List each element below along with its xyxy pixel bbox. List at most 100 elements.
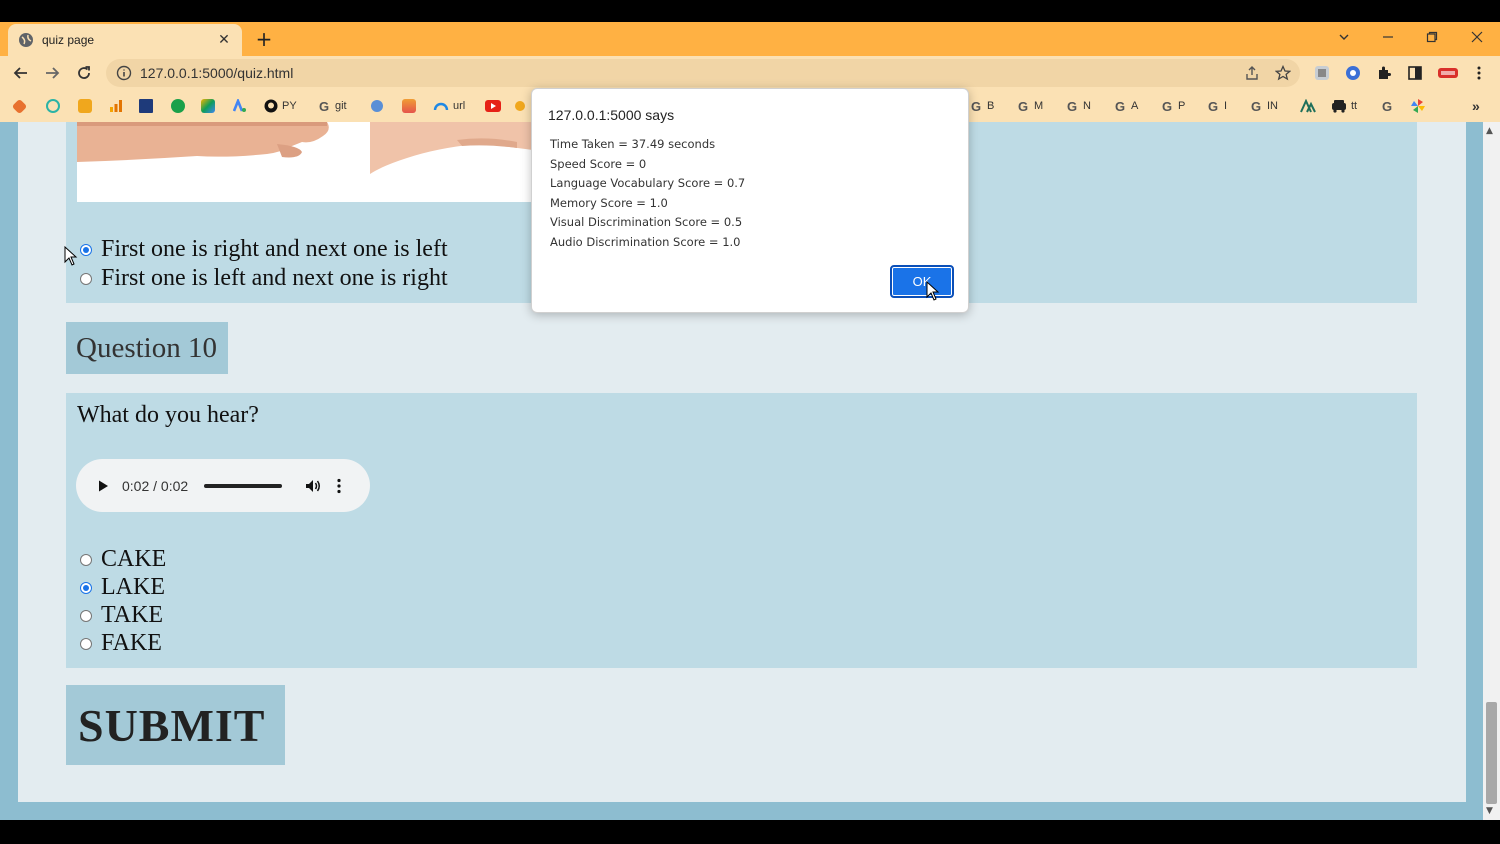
play-icon[interactable] — [96, 479, 110, 493]
car-icon — [1332, 100, 1346, 113]
url-text: 127.0.0.1:5000/quiz.html — [140, 65, 294, 81]
bookmark-google-b[interactable]: G B — [969, 97, 994, 115]
google-icon: G — [1161, 98, 1173, 114]
bookmarks-overflow-button[interactable]: » — [1472, 97, 1480, 115]
back-arrow-icon[interactable] — [9, 61, 33, 85]
globe-icon — [19, 33, 33, 47]
bookmark-google-i[interactable]: G I — [1206, 97, 1227, 115]
forward-arrow-icon[interactable] — [40, 61, 64, 85]
bookmark-label: PY — [282, 100, 297, 112]
submit-button[interactable]: SUBMIT — [66, 685, 285, 765]
bookmark-github-py[interactable]: PY — [264, 97, 297, 115]
audio-player[interactable]: 0:02 / 0:02 — [76, 459, 370, 512]
google-icon: G — [318, 98, 330, 114]
dialog-line: Memory Score = 1.0 — [550, 195, 668, 210]
dialog-line: Speed Score = 0 — [550, 156, 647, 171]
bookmark-star-icon[interactable] — [1271, 61, 1295, 85]
tab-quiz-page[interactable]: quiz page ✕ — [8, 24, 242, 56]
github-icon — [264, 99, 278, 113]
bookmark-pinwheel-icon[interactable] — [1411, 97, 1425, 115]
scroll-down-arrow-icon[interactable]: ▼ — [1486, 806, 1493, 816]
option-label: FAKE — [101, 630, 162, 656]
tab-strip: quiz page ✕ + — [0, 22, 1500, 56]
address-bar[interactable]: 127.0.0.1:5000/quiz.html — [106, 59, 1300, 87]
option-label: First one is left and next one is right — [101, 265, 448, 291]
bookmark-ieee-icon[interactable] — [139, 97, 157, 115]
cloud-icon — [433, 102, 449, 111]
minimize-icon[interactable] — [1366, 22, 1410, 52]
volume-icon[interactable] — [304, 477, 322, 495]
recording-extension-icon[interactable] — [1436, 61, 1460, 85]
google-icon: G — [1207, 98, 1219, 114]
bookmark-google-git[interactable]: G git — [317, 97, 347, 115]
share-icon[interactable] — [1240, 61, 1264, 85]
ok-button[interactable]: OK — [890, 265, 954, 298]
alert-dialog: 127.0.0.1:5000 says Time Taken = 37.49 s… — [531, 88, 969, 313]
reload-icon[interactable] — [72, 61, 96, 85]
bookmark-app-icon[interactable] — [11, 97, 29, 115]
scrollbar-thumb[interactable] — [1486, 702, 1497, 804]
dialog-line: Language Vocabulary Score = 0.7 — [550, 176, 746, 191]
q10-option-cake[interactable]: CAKE — [80, 546, 166, 573]
puzzle-icon[interactable] — [1372, 61, 1396, 85]
tab-title: quiz page — [42, 33, 95, 47]
radio-button[interactable] — [80, 637, 92, 650]
tab-search-icon[interactable] — [1322, 22, 1366, 52]
audio-progress-bar[interactable] — [204, 483, 283, 488]
bookmark-car-tt[interactable]: tt — [1331, 97, 1357, 115]
info-icon[interactable] — [116, 65, 132, 81]
mouse-cursor-icon — [926, 281, 940, 301]
bookmark-triangle-icon[interactable] — [1300, 97, 1320, 115]
bookmark-google-a[interactable]: G A — [1113, 97, 1138, 115]
bookmark-partial-icon[interactable] — [515, 97, 529, 115]
google-icon: G — [1066, 98, 1078, 114]
q9-option-2[interactable]: First one is left and next one is right — [80, 265, 448, 292]
q10-option-lake[interactable]: LAKE — [80, 574, 165, 601]
q9-option-1[interactable]: First one is right and next one is left — [80, 236, 448, 263]
bookmark-youtube-icon[interactable] — [485, 97, 505, 115]
profile-extension-icon[interactable] — [1341, 61, 1365, 85]
bookmark-label: P — [1178, 100, 1186, 112]
bookmark-cloud-url[interactable]: url — [433, 97, 465, 115]
bookmark-google-p[interactable]: G P — [1160, 97, 1185, 115]
close-window-icon[interactable] — [1455, 22, 1499, 52]
bookmark-analytics-icon[interactable] — [109, 97, 127, 115]
new-tab-button[interactable]: + — [254, 28, 274, 50]
radio-button[interactable] — [80, 581, 92, 594]
bookmark-one-icon[interactable] — [171, 97, 189, 115]
menu-kebab-icon[interactable] — [1467, 61, 1491, 85]
dialog-line: Audio Discrimination Score = 1.0 — [550, 234, 741, 249]
bookmark-label: A — [1131, 100, 1139, 112]
scroll-up-arrow-icon[interactable]: ▲ — [1486, 126, 1493, 136]
radio-button[interactable] — [80, 553, 92, 566]
tab-close-icon[interactable]: ✕ — [216, 32, 232, 48]
restore-icon[interactable] — [1410, 22, 1454, 52]
q10-option-fake[interactable]: FAKE — [80, 630, 162, 657]
radio-button[interactable] — [80, 243, 92, 256]
bookmark-chart-icon[interactable] — [402, 97, 420, 115]
audio-time: 0:02 / 0:02 — [122, 477, 189, 494]
mouse-cursor-icon — [64, 246, 78, 266]
bookmark-google-plain[interactable]: G — [1380, 97, 1398, 115]
bookmark-swirl-icon[interactable] — [46, 97, 64, 115]
bookmark-layers-icon[interactable] — [371, 97, 387, 115]
bookmark-google-in[interactable]: G IN — [1249, 97, 1278, 115]
question-10-panel — [66, 393, 1417, 668]
bookmark-google-m[interactable]: G M — [1016, 97, 1043, 115]
hands-image — [77, 122, 547, 202]
bookmark-colorful-icon[interactable] — [201, 97, 219, 115]
option-label: CAKE — [101, 546, 167, 572]
bookmark-label: git — [335, 100, 347, 112]
extension-icon[interactable] — [1310, 61, 1334, 85]
q10-option-take[interactable]: TAKE — [80, 602, 163, 629]
bookmark-label: B — [987, 100, 995, 112]
more-options-icon[interactable] — [336, 478, 342, 494]
radio-button[interactable] — [80, 609, 92, 622]
side-panel-icon[interactable] — [1403, 61, 1427, 85]
letterbox-bottom — [0, 820, 1500, 844]
bookmark-google-n[interactable]: G N — [1065, 97, 1091, 115]
dialog-line: Visual Discrimination Score = 0.5 — [550, 215, 743, 230]
bookmark-grid-icon[interactable] — [78, 97, 96, 115]
radio-button[interactable] — [80, 272, 92, 285]
bookmark-ads-icon[interactable] — [233, 97, 251, 115]
